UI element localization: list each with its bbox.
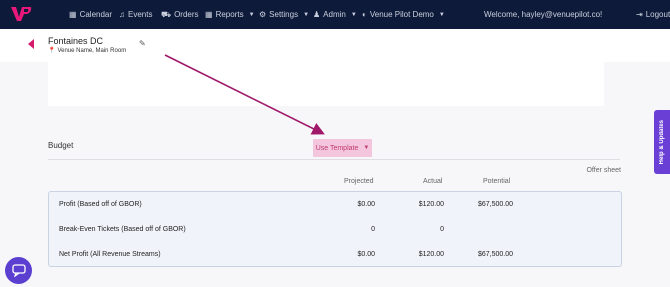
top-nav-bar: ▦ Calendar ♫ Events ⛟ Orders ▦ Reports ▼… [0, 0, 670, 29]
cell-actual: $120.00 [418, 201, 444, 208]
nav-admin-label: Admin [323, 10, 346, 19]
cart-icon: ⛟ [161, 9, 172, 19]
column-header-actual: Actual [423, 178, 443, 185]
cell-projected: $0.00 [357, 251, 375, 258]
chevron-down-icon: ▼ [350, 11, 357, 18]
column-header-projected: Projected [344, 178, 374, 185]
table-row: Net Profit (All Revenue Streams) $0.00 $… [49, 243, 621, 267]
use-template-label: Use Template [315, 144, 359, 152]
use-template-button[interactable]: Use Template ▼ [313, 139, 372, 157]
budget-summary-table: Profit (Based off of GBOR) $0.00 $120.00… [48, 191, 622, 267]
row-label: Break-Even Tickets (Based off of GBOR) [59, 226, 186, 233]
globe-icon: ◐ [362, 10, 367, 19]
welcome-text: Welcome, hayley@venuepilot.co! [484, 10, 603, 19]
calendar-icon: ▦ [69, 10, 77, 19]
help-updates-label: Help & Updates [659, 119, 665, 165]
cell-actual: $120.00 [418, 251, 444, 258]
table-row: Break-Even Tickets (Based off of GBOR) 0… [49, 218, 621, 242]
music-icon: ♫ [119, 10, 125, 19]
nav-events[interactable]: ♫ Events [119, 0, 152, 29]
gear-icon: ⚙ [259, 10, 267, 19]
event-header: Fontaines DC 📍 Venue Name, Main Room ✎ [0, 29, 670, 62]
nav-calendar[interactable]: ▦ Calendar [69, 0, 112, 29]
column-header-potential: Potential [483, 178, 511, 185]
venue-location-label: Venue Name, Main Room [57, 47, 127, 54]
logout-link[interactable]: ⇥ Logout [636, 0, 670, 29]
nav-settings[interactable]: ⚙ Settings ▼ [259, 0, 309, 29]
row-label: Net Profit (All Revenue Streams) [59, 251, 161, 258]
cell-projected: 0 [371, 226, 375, 233]
logout-label: Logout [645, 10, 670, 19]
chevron-down-icon: ▼ [363, 145, 370, 151]
nav-settings-label: Settings [269, 10, 299, 19]
nav-reports[interactable]: ▦ Reports ▼ [205, 0, 255, 29]
nav-orders-label: Orders [174, 10, 199, 19]
chevron-down-icon: ▼ [438, 11, 445, 18]
map-pin-icon: 📍 [48, 48, 56, 54]
help-updates-tab[interactable]: Help & Updates [654, 110, 670, 174]
divider [48, 159, 620, 160]
back-arrow-icon[interactable] [28, 39, 34, 49]
row-label: Profit (Based off of GBOR) [59, 201, 142, 208]
budget-heading: Budget [48, 141, 74, 150]
content-card [48, 62, 604, 106]
logout-icon: ⇥ [636, 10, 643, 19]
venuepilot-logo[interactable] [10, 5, 32, 23]
nav-admin[interactable]: ♟ Admin ▼ [313, 0, 357, 29]
cell-projected: $0.00 [357, 201, 375, 208]
cell-potential: $67,500.00 [477, 251, 513, 258]
chevron-down-icon: ▼ [248, 11, 255, 18]
nav-calendar-label: Calendar [79, 10, 113, 19]
page-title: Fontaines DC [48, 36, 104, 46]
nav-reports-label: Reports [215, 10, 244, 19]
nav-events-label: Events [128, 10, 153, 19]
chat-icon [11, 264, 26, 277]
chevron-down-icon: ▼ [303, 11, 310, 18]
venue-location: 📍 Venue Name, Main Room [48, 47, 127, 55]
chat-button[interactable] [5, 257, 32, 284]
offer-sheet-link[interactable]: Offer sheet [586, 167, 621, 174]
cell-potential: $67,500.00 [477, 201, 513, 208]
nav-venue-switcher[interactable]: ◐ Venue Pilot Demo ▼ [362, 0, 445, 29]
table-row: Profit (Based off of GBOR) $0.00 $120.00… [49, 193, 621, 217]
cell-actual: 0 [440, 226, 444, 233]
edit-pencil-icon[interactable]: ✎ [139, 39, 146, 48]
user-icon: ♟ [313, 10, 321, 19]
grid-icon: ▦ [205, 10, 213, 19]
nav-venue-label: Venue Pilot Demo [369, 10, 434, 19]
nav-orders[interactable]: ⛟ Orders [161, 0, 199, 29]
